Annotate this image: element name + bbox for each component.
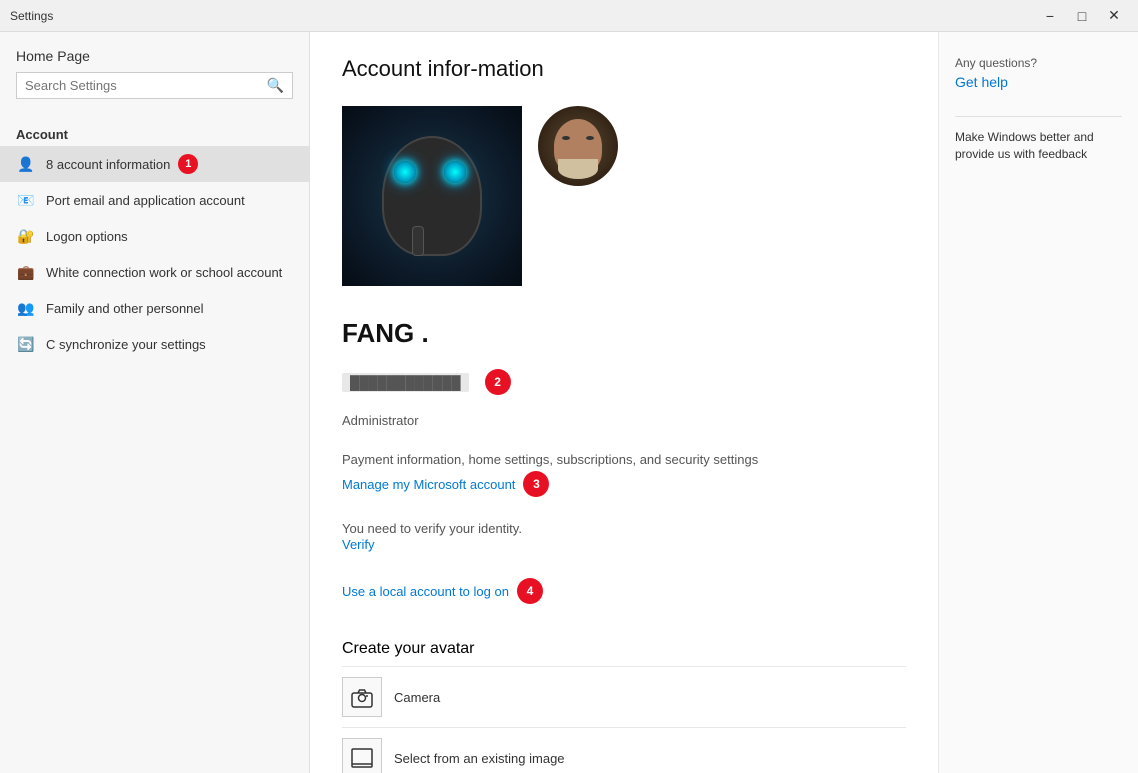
user-role: Administrator: [342, 413, 906, 428]
nav-item-label: Port email and application account: [46, 193, 245, 208]
image-icon-container: [342, 738, 382, 773]
people-icon: 👥: [16, 298, 36, 318]
help-question: Any questions?: [955, 56, 1122, 70]
badge-account-info: 1: [178, 154, 198, 174]
camera-label: Camera: [394, 690, 440, 705]
sidebar-home-label: Home Page: [16, 48, 293, 64]
sidebar-item-sync[interactable]: 🔄 C synchronize your settings: [0, 326, 309, 362]
oldman-eye1: [562, 136, 570, 140]
badge-3: 3: [523, 471, 549, 497]
manage-account-link[interactable]: Manage my Microsoft account: [342, 477, 515, 492]
sidebar-item-account-info[interactable]: 👤 8 account information 1: [0, 146, 309, 182]
sec-avatar-inner: [538, 106, 618, 186]
badge-2: 2: [485, 369, 511, 395]
page-title: Account infor-mation: [342, 56, 906, 82]
nav-item-label: Logon options: [46, 229, 128, 244]
secondary-avatar: [538, 106, 618, 186]
local-account-link[interactable]: Use a local account to log on: [342, 584, 509, 599]
payment-info-text: Payment information, home settings, subs…: [342, 452, 906, 467]
sidebar-item-logon[interactable]: 🔐 Logon options: [0, 218, 309, 254]
existing-image-label: Select from an existing image: [394, 751, 565, 766]
get-help-link[interactable]: Get help: [955, 74, 1008, 90]
person-icon: 👤: [16, 154, 36, 174]
main-content: Account infor-mation: [310, 32, 938, 773]
app-container: Home Page 🔍 Account 👤 8 account informat…: [0, 32, 1138, 773]
verify-text: You need to verify your identity.: [342, 521, 906, 536]
nav-item-label: White connection work or school account: [46, 265, 282, 280]
char-eye-right: [444, 161, 466, 183]
avatar-option-existing[interactable]: Select from an existing image: [342, 727, 906, 773]
create-avatar-title: Create your avatar: [342, 640, 906, 658]
title-bar: Settings − □ ✕: [0, 0, 1138, 32]
oldman-eye2: [586, 136, 594, 140]
camera-icon-container: [342, 677, 382, 717]
account-section: FANG . ████████████ 2 Administrator Paym…: [342, 106, 906, 773]
nav-item-label: C synchronize your settings: [46, 337, 206, 352]
avatar-option-camera[interactable]: Camera: [342, 666, 906, 727]
search-box: 🔍: [16, 72, 293, 99]
oldman-face: [548, 114, 608, 179]
app-title: Settings: [10, 9, 53, 23]
sync-icon: 🔄: [16, 334, 36, 354]
search-input[interactable]: [25, 78, 267, 93]
camera-icon: [350, 685, 374, 709]
sidebar: Home Page 🔍 Account 👤 8 account informat…: [0, 32, 310, 773]
create-avatar-section: Create your avatar Camera: [342, 640, 906, 773]
avatar-row: [342, 106, 906, 286]
oldman-beard: [558, 159, 598, 179]
char-mask: [382, 136, 482, 256]
sidebar-item-work-school[interactable]: 💼 White connection work or school accoun…: [0, 254, 309, 290]
help-section: Any questions? Get help: [955, 56, 1122, 92]
user-email-row: ████████████ 2: [342, 369, 906, 395]
payment-section: Payment information, home settings, subs…: [342, 452, 906, 497]
maximize-button[interactable]: □: [1068, 4, 1096, 28]
sidebar-item-email-app[interactable]: 📧 Port email and application account: [0, 182, 309, 218]
briefcase-icon: 💼: [16, 262, 36, 282]
user-name: FANG .: [342, 318, 906, 349]
character-face: [362, 116, 502, 276]
char-tubes: [412, 226, 424, 256]
person-circle-icon: 🔐: [16, 226, 36, 246]
close-button[interactable]: ✕: [1100, 4, 1128, 28]
divider: [955, 116, 1122, 117]
nav-item-label: Family and other personnel: [46, 301, 204, 316]
minimize-button[interactable]: −: [1036, 4, 1064, 28]
main-avatar-inner: [342, 106, 522, 286]
verify-section: You need to verify your identity. Verify: [342, 521, 906, 554]
badge-4: 4: [517, 578, 543, 604]
image-icon: [350, 746, 374, 770]
email-icon: 📧: [16, 190, 36, 210]
local-account-section: Use a local account to log on 4: [342, 578, 906, 604]
sidebar-header: Home Page 🔍: [0, 32, 309, 119]
user-email: ████████████: [342, 373, 469, 392]
char-eye-left: [394, 161, 416, 183]
main-avatar: [342, 106, 522, 286]
feedback-text: Make Windows better and provide us with …: [955, 129, 1122, 163]
feedback-section: Make Windows better and provide us with …: [955, 129, 1122, 163]
sidebar-section-label: Account: [0, 119, 309, 146]
verify-link[interactable]: Verify: [342, 537, 375, 552]
window-controls: − □ ✕: [1036, 4, 1128, 28]
search-button[interactable]: 🔍: [267, 77, 284, 94]
nav-item-label: 8 account information: [46, 157, 170, 172]
sidebar-item-family[interactable]: 👥 Family and other personnel: [0, 290, 309, 326]
right-panel: Any questions? Get help Make Windows bet…: [938, 32, 1138, 773]
